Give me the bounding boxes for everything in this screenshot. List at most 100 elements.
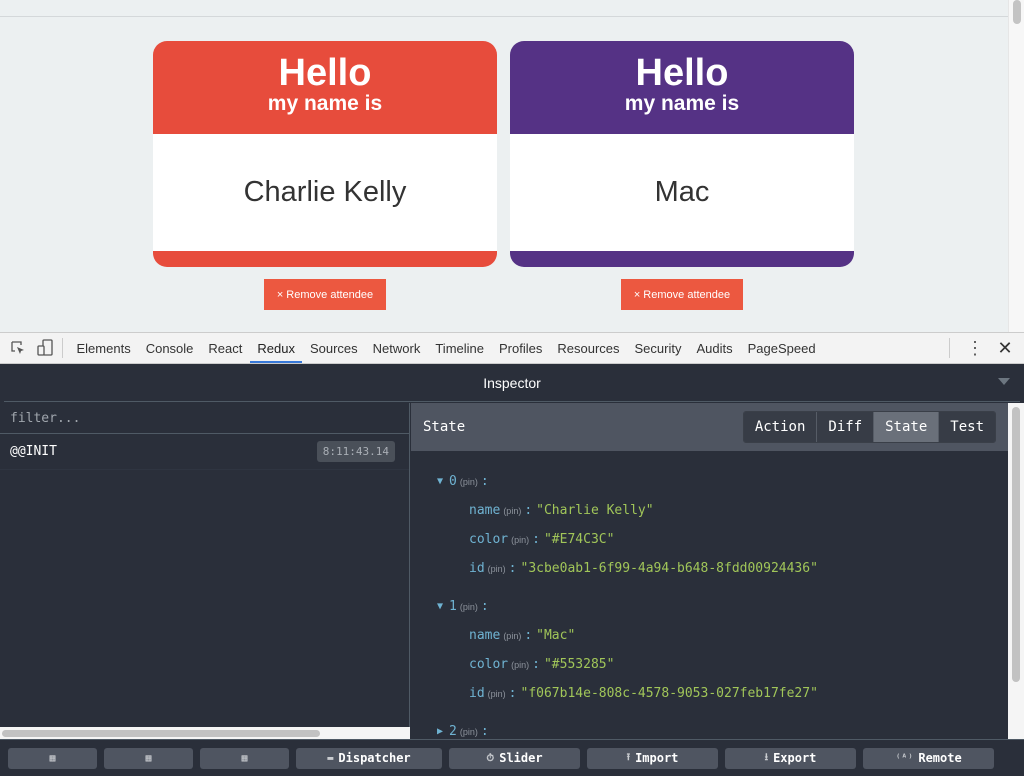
field-key: color — [469, 657, 509, 672]
tree-colon: : — [480, 724, 489, 739]
tree-field: name (pin): "Mac" — [437, 621, 1008, 650]
button-label: Export — [773, 751, 817, 765]
field-key: name — [469, 628, 501, 643]
redux-devtools: Inspector @@INIT 8:11:43.14 State Action… — [0, 364, 1024, 776]
more-options-icon[interactable]: ⋮ — [964, 337, 986, 359]
filter-input[interactable] — [10, 410, 399, 426]
pin-link[interactable]: (pin) — [503, 506, 521, 516]
tab-react[interactable]: React — [201, 333, 250, 363]
view-action-button[interactable]: Action — [743, 412, 818, 442]
view-test-button[interactable]: Test — [939, 412, 995, 442]
view-diff-button[interactable]: Diff — [817, 412, 875, 442]
tree-colon: : — [508, 561, 517, 576]
view-tabs: Action Diff State Test — [742, 411, 996, 443]
close-icon[interactable]: ✕ — [994, 337, 1016, 359]
field-key: id — [469, 561, 485, 576]
pin-link[interactable]: (pin) — [488, 689, 506, 699]
filter-box — [0, 403, 409, 434]
tab-timeline[interactable]: Timeline — [428, 333, 492, 363]
button-label: Import — [635, 751, 679, 765]
tab-redux[interactable]: Redux — [249, 333, 303, 363]
layout-button-2[interactable]: ▦ — [104, 747, 193, 769]
upload-icon: ⭱ — [626, 751, 631, 763]
slider-button[interactable]: ⏱ Slider — [449, 747, 580, 769]
tree-colon: : — [524, 503, 533, 518]
tab-sources[interactable]: Sources — [302, 333, 365, 363]
tree-field: color (pin): "#E74C3C" — [437, 525, 1008, 554]
monitor-selector[interactable]: Inspector — [4, 364, 1020, 402]
state-scrollbar[interactable] — [1008, 403, 1024, 739]
pin-link[interactable]: (pin) — [511, 535, 529, 545]
pin-link[interactable]: (pin) — [511, 660, 529, 670]
devtools-tabs: Elements Console React Redux Sources Network T… — [69, 333, 823, 363]
pin-link[interactable]: (pin) — [488, 564, 506, 574]
layout-left-icon: ▦ — [49, 752, 56, 764]
state-label: State — [423, 419, 466, 435]
tab-profiles[interactable]: Profiles — [492, 333, 550, 363]
devtools-toolbar: Elements Console React Redux Sources Network T… — [0, 332, 1024, 364]
field-key: color — [469, 532, 509, 547]
badge-name: Mac — [510, 134, 854, 251]
tree-field: id (pin): "f067b14e-808c-4578-9053-027feb1… — [437, 679, 1008, 708]
pin-link[interactable]: (pin) — [460, 602, 478, 612]
badge-subtitle: my name is — [267, 92, 383, 115]
inspect-element-icon[interactable] — [7, 337, 29, 359]
tree-colon: : — [532, 657, 540, 672]
tree-field: name (pin): "Charlie Kelly" — [437, 496, 1008, 525]
horizontal-scrollbar[interactable] — [0, 727, 410, 739]
layout-button-3[interactable]: ▦ — [200, 747, 289, 769]
dispatcher-button[interactable]: ▬ Dispatcher — [296, 747, 442, 769]
scrollbar-thumb[interactable] — [1013, 0, 1021, 24]
layout-button-1[interactable]: ▦ — [8, 747, 97, 769]
tab-resources[interactable]: Resources — [550, 333, 627, 363]
tab-elements[interactable]: Elements — [69, 333, 138, 363]
inspector-title: Inspector — [483, 374, 541, 391]
button-label: Slider — [499, 751, 543, 765]
caret-down-icon[interactable]: ▼ — [437, 601, 449, 612]
caret-right-icon[interactable]: ▶ — [437, 726, 449, 737]
remove-attendee-button[interactable]: × Remove attendee — [621, 279, 743, 310]
page-scrollbar[interactable] — [1008, 0, 1024, 332]
scrollbar-thumb[interactable] — [1012, 407, 1020, 682]
tab-console[interactable]: Console — [138, 333, 201, 363]
caret-down-icon[interactable]: ▼ — [437, 476, 449, 487]
action-list-pane: @@INIT 8:11:43.14 — [0, 403, 410, 739]
device-toolbar-icon[interactable] — [34, 337, 56, 359]
import-button[interactable]: ⭱ Import — [587, 747, 718, 769]
remote-button[interactable]: ⁽ᴬ⁾ Remote — [863, 747, 994, 769]
action-timestamp: 8:11:43.14 — [316, 441, 395, 462]
remote-icon: ⁽ᴬ⁾ — [895, 752, 914, 764]
badge-hello: Hello — [635, 52, 729, 94]
tab-security[interactable]: Security — [627, 333, 689, 363]
export-button[interactable]: ⭳ Export — [725, 747, 856, 769]
tab-pagespeed[interactable]: PageSpeed — [740, 333, 823, 363]
remove-attendee-button[interactable]: × Remove attendee — [264, 279, 386, 310]
action-list-item[interactable]: @@INIT 8:11:43.14 — [0, 434, 409, 470]
tab-network[interactable]: Network — [365, 333, 428, 363]
badge-subtitle: my name is — [624, 92, 740, 115]
name-badge-card: Hello my name is Charlie Kelly × Remove … — [153, 41, 497, 310]
pin-link[interactable]: (pin) — [460, 727, 478, 737]
tree-node[interactable]: ▼ 0 (pin): — [437, 467, 1008, 496]
state-tree: ▼ 0 (pin): name (pin): "Charlie Kelly" color (p… — [411, 451, 1008, 746]
chevron-down-icon[interactable] — [998, 378, 1010, 385]
field-value: "#553285" — [543, 657, 615, 672]
tree-key: 1 — [449, 599, 457, 614]
bottom-toolbar: ▦ ▦ ▦ ▬ Dispatcher ⏱ Slider ⭱ Import ⭳ Export ⁽ᴬ⁾ Re… — [0, 739, 1024, 776]
scrollbar-thumb[interactable] — [2, 730, 320, 737]
pin-link[interactable]: (pin) — [460, 477, 478, 487]
badge-footer — [153, 251, 497, 267]
field-value: "Charlie Kelly" — [536, 503, 654, 518]
tab-audits[interactable]: Audits — [689, 333, 740, 363]
view-state-button[interactable]: State — [874, 412, 940, 442]
tree-colon: : — [480, 474, 489, 489]
field-value: "Mac" — [536, 628, 576, 643]
badge-name: Charlie Kelly — [153, 134, 497, 251]
badge-header: Hello my name is — [153, 41, 497, 134]
action-type: @@INIT — [10, 444, 57, 459]
state-header: State Action Diff State Test — [411, 403, 1008, 451]
tree-node[interactable]: ▼ 1 (pin): — [437, 592, 1008, 621]
stopwatch-icon: ⏱ — [486, 752, 495, 764]
pin-link[interactable]: (pin) — [503, 631, 521, 641]
